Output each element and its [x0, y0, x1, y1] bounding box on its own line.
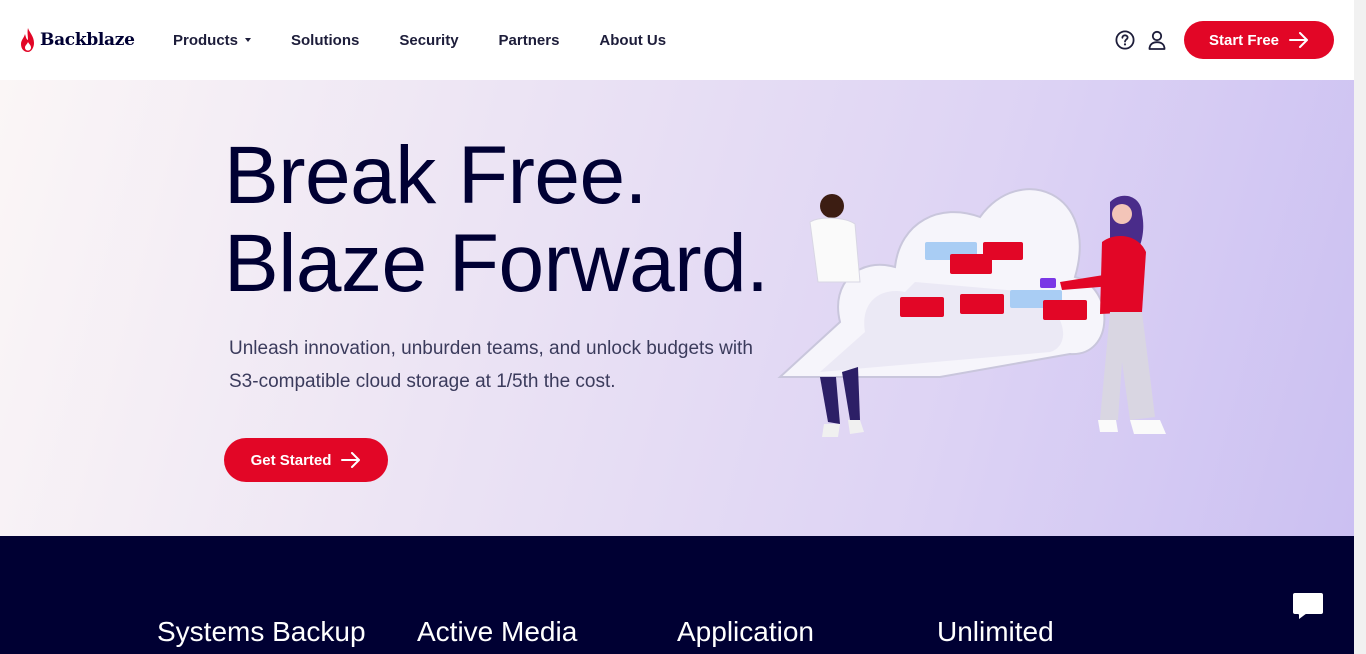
caret-down-icon [245, 38, 252, 42]
nav-item-security[interactable]: Security [399, 32, 458, 49]
feature-systems-backup: Systems Backup [157, 616, 366, 647]
nav-item-partners[interactable]: Partners [499, 32, 560, 49]
nav-item-label: Partners [498, 31, 560, 49]
user-icon[interactable] [1148, 30, 1166, 50]
flame-logo-icon [21, 28, 34, 52]
hero-title-line-1: Break Free. [224, 130, 647, 221]
chat-bubble-icon[interactable] [1289, 588, 1327, 624]
nav-item-label: About Us [599, 31, 667, 49]
nav-item-solutions[interactable]: Solutions [291, 32, 359, 49]
backblaze-logo[interactable]: Backblaze [20, 28, 135, 52]
get-started-label: Get Started [250, 451, 332, 469]
feature-application: Application [677, 616, 814, 647]
main-nav: Products Solutions Security Partners Abo… [173, 0, 706, 80]
nav-item-about-us[interactable]: About Us [599, 32, 666, 49]
arrow-right-icon [341, 452, 361, 468]
features-band: Systems Backup Active Media Application … [0, 536, 1354, 654]
feature-unlimited: Unlimited [937, 616, 1054, 647]
nav-item-products[interactable]: Products [173, 31, 252, 49]
arrow-right-icon [1289, 32, 1309, 48]
scrollbar[interactable] [1354, 0, 1366, 654]
cloud-storage-illustration [777, 188, 1166, 437]
feature-active-media: Active Media [417, 616, 578, 647]
hero-section: Break Free. Blaze Forward. Unleash innov… [0, 80, 1354, 536]
hero-title: Break Free. Blaze Forward. [224, 130, 769, 309]
nav-item-label: Solutions [291, 31, 360, 49]
nav-item-label: Products [173, 31, 239, 49]
hero-title-line-2: Blaze Forward. [224, 218, 769, 309]
hero-subtitle: Unleash innovation, unburden teams, and … [229, 338, 753, 392]
start-free-button[interactable]: Start Free [1184, 21, 1334, 59]
get-started-button[interactable]: Get Started [224, 438, 388, 482]
logo-wordmark: Backblaze [40, 30, 135, 50]
start-free-label: Start Free [1208, 31, 1280, 49]
nav-item-label: Security [399, 31, 459, 49]
site-header: Backblaze Products Solutions Security Pa… [0, 0, 1354, 80]
help-circle-icon[interactable] [1115, 30, 1135, 50]
